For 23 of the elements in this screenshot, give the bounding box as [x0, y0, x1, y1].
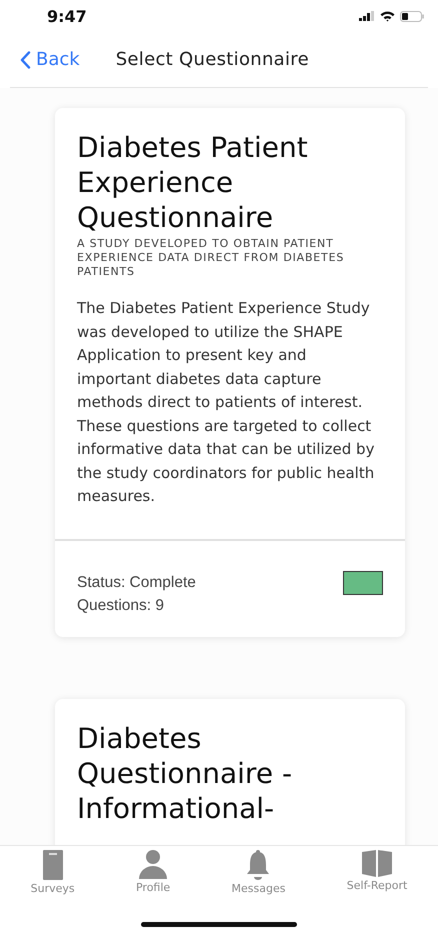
- signal-icon: [359, 11, 375, 21]
- questionnaire-title: Diabetes Patient Experience Questionnaire: [77, 130, 309, 235]
- questionnaire-subtitle: A STUDY DEVELOPED TO OBTAIN PATIENT EXPERIENCE DATA DIRECT FROM DIABETES PATIENTS: [77, 237, 346, 279]
- screen-title: Select Questionnaire: [116, 49, 309, 70]
- person-icon: [139, 850, 168, 879]
- status-label: Status: Complete: [77, 572, 196, 592]
- chevron-left-icon: [20, 50, 31, 68]
- wifi-icon: [380, 10, 395, 22]
- questionnaire-card[interactable]: Diabetes Questionnaire - Informational-: [55, 698, 405, 845]
- questionnaire-title: Diabetes Questionnaire - Informational-: [77, 720, 294, 826]
- back-button[interactable]: Back: [10, 49, 90, 70]
- question-count: Questions: 9: [77, 596, 166, 616]
- battery-icon: [400, 10, 424, 22]
- tab-item[interactable]: Messages: [232, 850, 286, 910]
- bell-icon: [246, 850, 270, 880]
- tab-item[interactable]: Surveys: [30, 850, 75, 910]
- book-icon: [362, 850, 392, 877]
- questionnaire-card[interactable]: [55, 108, 405, 636]
- status-time: 9:47: [47, 6, 87, 26]
- tab-item[interactable]: Self-Report: [346, 850, 408, 910]
- questionnaire-description: The Diabetes Patient Experience Study was developed to utilize the SHAPE Application to present key and important diabetes data capture methods direct to patients of interest. These questions are targeted to collect informative data that can be utilized by the study coordinators for public health measures.: [77, 298, 376, 507]
- clipboard-icon: [42, 850, 63, 880]
- tab-item[interactable]: Profile: [136, 850, 170, 910]
